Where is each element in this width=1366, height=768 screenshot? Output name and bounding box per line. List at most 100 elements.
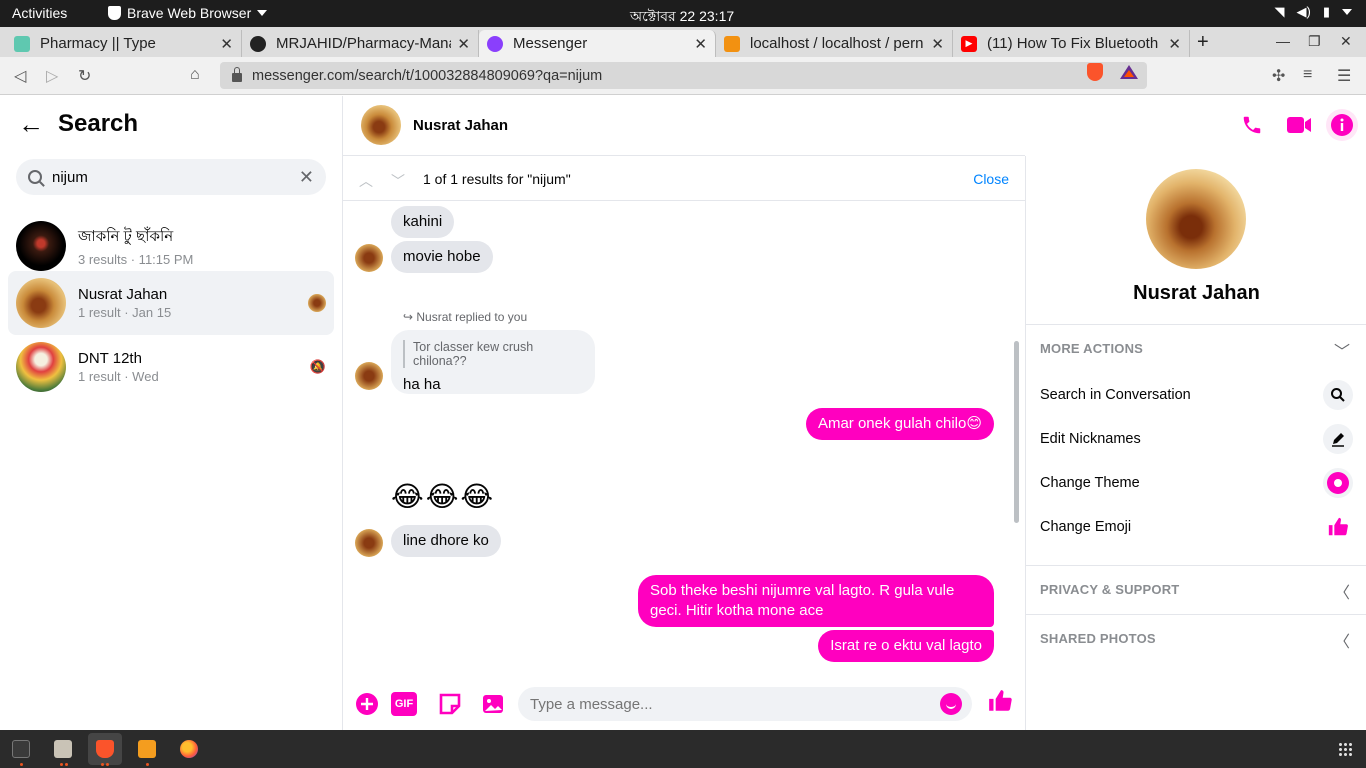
message-input[interactable]	[518, 687, 918, 721]
message-bubble[interactable]: Sob theke beshi nijumre val lagto. R gul…	[638, 575, 994, 627]
search-result-item[interactable]: Nusrat Jahan 1 result · Jan 15	[8, 271, 334, 335]
replied-message[interactable]: Tor classer kew crush chilona?? ha ha	[391, 330, 595, 394]
forward-button[interactable]: ▷	[46, 66, 58, 86]
restore-button[interactable]: ❐	[1308, 33, 1321, 50]
theme-icon[interactable]	[1323, 468, 1353, 498]
shared-photos-header[interactable]: SHARED PHOTOS	[1040, 631, 1156, 646]
reply-note: ↪ Nusrat replied to you	[403, 310, 528, 324]
new-tab-button[interactable]: +	[1197, 31, 1209, 54]
profile-avatar	[1146, 169, 1246, 269]
search-input[interactable]	[52, 168, 299, 186]
message-bubble[interactable]: Israt re o ektu val lagto	[818, 630, 994, 662]
message-bubble[interactable]: kahini	[391, 206, 455, 238]
chevron-left-icon[interactable]: 〈	[1334, 579, 1350, 603]
youtube-icon: ▶	[961, 35, 977, 52]
menu-icon[interactable]: ☰	[1337, 66, 1351, 86]
message-bubble[interactable]: line dhore ko	[391, 525, 501, 557]
search-icon[interactable]	[1323, 380, 1353, 410]
extensions-icon[interactable]: ✣	[1272, 66, 1285, 86]
avatar[interactable]	[361, 105, 401, 145]
tab-title: (11) How To Fix Bluetooth	[987, 35, 1159, 52]
add-icon[interactable]	[355, 692, 379, 716]
brave-browser-icon[interactable]	[96, 740, 114, 758]
back-button[interactable]: ◁	[14, 66, 26, 86]
close-icon[interactable]: ✕	[931, 35, 944, 53]
image-icon[interactable]	[481, 692, 505, 716]
address-bar[interactable]: messenger.com/search/t/100032884809069?q…	[220, 62, 1147, 89]
firefox-icon[interactable]	[180, 740, 198, 758]
thumbs-up-icon[interactable]	[987, 688, 1013, 714]
tab-github[interactable]: MRJAHID/Pharmacy-Mana ✕	[242, 30, 479, 57]
chevron-down-icon[interactable]: ﹀	[1334, 338, 1350, 362]
info-button[interactable]	[1326, 109, 1358, 141]
minimize-button[interactable]: —	[1276, 33, 1290, 49]
files-icon[interactable]	[54, 740, 72, 758]
tab-phpmyadmin[interactable]: localhost / localhost / pern ✕	[716, 30, 953, 57]
previous-result-icon[interactable]: ︿	[359, 171, 373, 191]
window-close-button[interactable]: ✕	[1340, 33, 1352, 50]
sticker-icon[interactable]	[438, 692, 462, 716]
result-meta: 1 result · Jan 15	[78, 305, 172, 320]
quoted-text: Tor classer kew crush chilona??	[403, 340, 583, 368]
result-name: জাকনি টু ছাঁকনি	[78, 228, 174, 245]
emoji-message[interactable]: 😂😂😂	[391, 480, 495, 513]
chevron-down-icon	[1342, 9, 1352, 15]
search-icon	[28, 170, 42, 184]
app-menu[interactable]: Brave Web Browser	[108, 5, 268, 21]
tab-pharmacy[interactable]: Pharmacy || Type ✕	[6, 30, 242, 57]
reload-button[interactable]: ↻	[78, 66, 91, 86]
close-icon[interactable]: ✕	[457, 35, 470, 53]
scrollbar[interactable]	[1014, 341, 1019, 523]
gif-button[interactable]: GIF	[391, 692, 417, 716]
emoji-icon[interactable]	[940, 693, 962, 715]
message-bubble[interactable]: Amar onek gulah chilo😊	[805, 408, 994, 440]
sublime-text-icon[interactable]	[138, 740, 156, 758]
lock-icon	[232, 67, 242, 82]
github-icon	[250, 35, 266, 52]
contact-name[interactable]: Nusrat Jahan	[413, 117, 508, 134]
close-search-button[interactable]: Close	[973, 171, 1009, 187]
app-grid-icon[interactable]	[1338, 742, 1352, 756]
search-in-conversation-action[interactable]: Search in Conversation	[1040, 387, 1191, 403]
change-emoji-action[interactable]: Change Emoji	[1040, 519, 1131, 535]
result-meta: 3 results · 11:15 PM	[78, 252, 194, 267]
activities-button[interactable]: Activities	[12, 5, 67, 21]
tab-title: MRJAHID/Pharmacy-Mana	[276, 35, 452, 52]
avatar	[355, 362, 383, 390]
clear-search-icon[interactable]: ✕	[299, 167, 314, 188]
phpmyadmin-icon	[724, 35, 740, 52]
change-theme-action[interactable]: Change Theme	[1040, 475, 1140, 491]
brave-shields-icon[interactable]	[1087, 63, 1103, 81]
edit-nicknames-action[interactable]: Edit Nicknames	[1040, 431, 1141, 447]
next-result-icon[interactable]: ﹀	[391, 171, 405, 191]
brave-rewards-icon[interactable]	[1120, 65, 1138, 79]
close-icon[interactable]: ✕	[1168, 35, 1181, 53]
browser-toolbar: ◁ ▷ ↻ ⌂ messenger.com/search/t/100032884…	[0, 57, 1366, 95]
terminal-icon[interactable]	[12, 740, 30, 758]
message-bubble[interactable]: movie hobe	[391, 241, 493, 273]
tab-youtube[interactable]: ▶ (11) How To Fix Bluetooth ✕	[953, 30, 1190, 57]
chevron-left-icon[interactable]: 〈	[1334, 628, 1350, 652]
phone-icon[interactable]	[1241, 114, 1263, 136]
taskbar	[0, 730, 1366, 768]
privacy-support-header[interactable]: PRIVACY & SUPPORT	[1040, 582, 1179, 597]
back-arrow-icon[interactable]: ←	[18, 111, 44, 137]
video-call-icon[interactable]	[1286, 114, 1312, 136]
search-result-item[interactable]: জাকনি টু ছাঁকনি 3 results · 11:15 PM	[8, 214, 334, 278]
more-actions-header[interactable]: MORE ACTIONS	[1040, 341, 1143, 356]
close-icon[interactable]: ✕	[694, 35, 707, 53]
message-box	[518, 687, 972, 721]
running-indicator	[146, 763, 149, 766]
tab-messenger[interactable]: Messenger ✕	[479, 30, 716, 57]
clock[interactable]: অক্টোবর 22 23:17	[630, 5, 734, 29]
search-result-item[interactable]: DNT 12th 1 result · Wed 🔕	[8, 335, 334, 399]
system-tray[interactable]: ◥ ◀) ▮	[1275, 4, 1352, 20]
reply-text: ha ha	[403, 376, 441, 393]
bookmark-icon[interactable]: ⌂	[190, 66, 200, 84]
battery-icon: ▮	[1322, 4, 1330, 19]
avatar	[355, 244, 383, 272]
pencil-icon[interactable]	[1323, 424, 1353, 454]
thumbs-up-icon[interactable]	[1323, 512, 1353, 542]
media-icon[interactable]: ≡	[1303, 66, 1312, 84]
close-icon[interactable]: ✕	[220, 35, 233, 53]
